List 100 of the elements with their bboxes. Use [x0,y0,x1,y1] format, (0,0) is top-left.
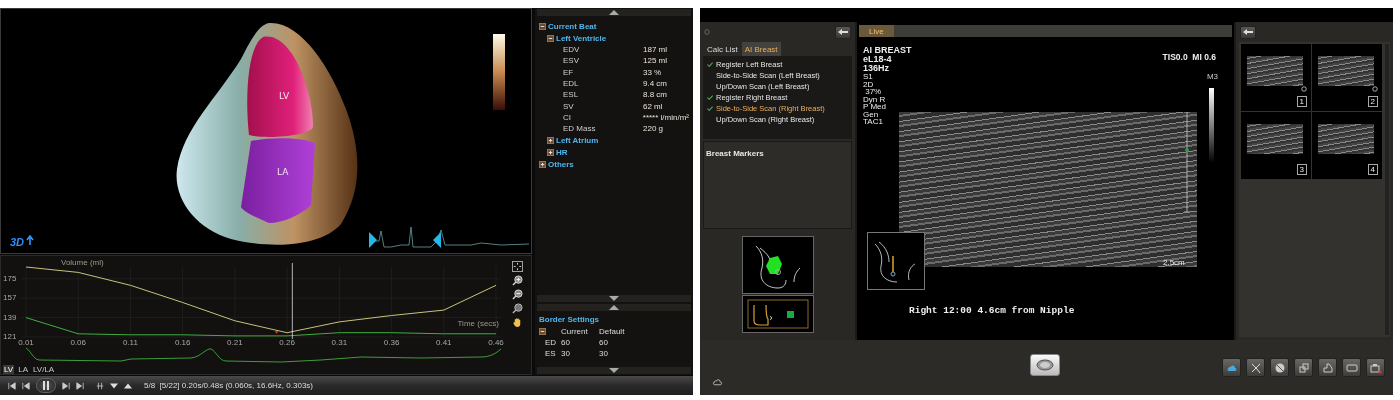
tree-item[interactable]: Current Beat [548,21,597,31]
metric-label: CI [563,112,572,122]
magnifier-icon[interactable] [511,303,523,314]
tree-item[interactable]: HR [556,147,568,157]
scroll-up-button[interactable] [537,9,691,16]
scroll-down-button[interactable] [537,295,691,302]
panel-tab[interactable]: AI Breast [741,42,781,56]
fit-view-icon[interactable] [511,261,523,272]
metric-value: 187 ml [643,45,667,55]
probe-icon [1036,359,1054,371]
marker-icon[interactable] [433,232,441,248]
thumbnail-number: 4 [1367,164,1378,175]
back-arrow-icon [1243,29,1253,35]
live-tab[interactable]: Live [859,25,894,37]
camera-icon [1369,361,1382,374]
next-frame-icon[interactable] [62,381,70,390]
zoom-in-icon[interactable] [511,275,523,286]
first-frame-icon[interactable] [8,381,16,390]
tree-item[interactable]: Left Ventricle [556,33,607,43]
expand-icon[interactable] [547,136,554,144]
metric-value: ***** l/min/m² [642,112,689,122]
output-index: TIS0.0 MI 0.6 [1162,52,1216,62]
chart-tab[interactable]: LV [3,364,15,374]
imaging-parameter: 37% [864,88,883,96]
scissors-button[interactable] [1246,358,1265,377]
mode-label: 3D [10,236,25,248]
copy-icon [1297,361,1310,374]
up-arrow-icon [26,234,34,246]
scroll-up-button[interactable] [537,304,691,311]
copy-button[interactable] [1294,358,1313,377]
time-cursor[interactable] [291,262,293,340]
split-icon[interactable] [96,381,104,390]
down-triangle-icon[interactable] [110,381,118,390]
y-axis-label: Volume (ml) [61,259,104,267]
expand-icon[interactable] [547,148,554,156]
probe-shape-button[interactable] [1318,358,1337,377]
metric-label: EDL [563,79,580,89]
chamber-label: LV [279,91,290,101]
tree-item[interactable]: Others [548,159,574,169]
imaging-parameter: eL18-4 [863,55,893,64]
image-thumbnail[interactable]: 4 [1312,112,1382,179]
camera-button[interactable] [1366,358,1385,377]
cloud-icon[interactable] [712,377,723,386]
imaging-parameter: AI BREAST [863,46,912,55]
metric-label: ED Mass [563,124,597,134]
metric-value: 125 ml [643,56,667,66]
x-tick-label: 0.41 [436,338,452,347]
x-tick-label: 0.46 [488,338,504,347]
back-button[interactable] [1240,25,1256,39]
x-tick-label: 0.21 [227,338,243,347]
breast-marker-drawing[interactable] [741,236,814,294]
up-triangle-icon[interactable] [124,381,132,390]
up-arrow-icon [609,10,619,15]
imaging-parameter: P Med [863,103,887,111]
ball-button[interactable] [1270,358,1289,377]
marker-icon[interactable] [369,232,377,248]
probe-position-drawing[interactable] [741,295,814,333]
tree-item[interactable]: Left Atrium [556,135,599,145]
collapse-icon[interactable] [539,22,546,30]
x-tick-label: 0.06 [70,338,86,347]
last-frame-icon[interactable] [76,381,84,390]
thumbnail-number: 1 [1296,96,1307,107]
up-arrow-icon [609,305,619,310]
metric-label: ESL [563,90,580,100]
collapse-icon[interactable] [539,328,546,335]
imaging-parameter: TAC1 [863,118,884,126]
back-button[interactable] [835,25,851,39]
imaging-parameter: S1 [863,73,874,81]
imaging-parameter: 136Hz [863,64,890,73]
zoom-out-icon[interactable] [511,289,523,300]
metric-value: 9.4 cm [643,79,667,89]
scroll-down-button[interactable] [537,367,691,374]
section-title: Border Settings [539,315,600,324]
y-tick-label: 157 [3,293,17,303]
imaging-parameter: Gen [863,110,880,118]
pause-button[interactable] [36,378,56,393]
default-value: 60 [599,338,609,347]
default-value: 30 [599,349,609,358]
thumbnail-number: 2 [1367,96,1378,107]
imaging-parameter: 2D [863,80,875,88]
down-arrow-icon [609,296,619,301]
cloud-upload-button[interactable] [1222,358,1241,377]
chart-tab[interactable]: LV/LA [32,364,56,374]
rectangle-button[interactable] [1342,358,1361,377]
previous-frame-icon[interactable] [22,381,30,390]
thumbnail-number: 3 [1296,164,1307,175]
image-thumbnail[interactable]: 2 [1312,44,1382,111]
chart-tab[interactable]: LA [17,364,29,374]
probe-button[interactable] [1030,354,1060,376]
collapse-icon[interactable] [547,34,554,42]
x-tick-label: 0.31 [331,338,348,347]
expand-icon[interactable] [539,160,546,168]
row-label: ED [544,338,558,347]
metric-label: ESV [563,56,580,66]
metric-value: 33 % [643,67,662,77]
hand-icon[interactable] [511,317,523,328]
metric-value: 62 ml [643,101,663,111]
image-thumbnail[interactable]: 3 [1241,112,1311,179]
image-thumbnail[interactable]: 1 [1241,44,1311,111]
y-tick-label: 175 [3,273,17,283]
